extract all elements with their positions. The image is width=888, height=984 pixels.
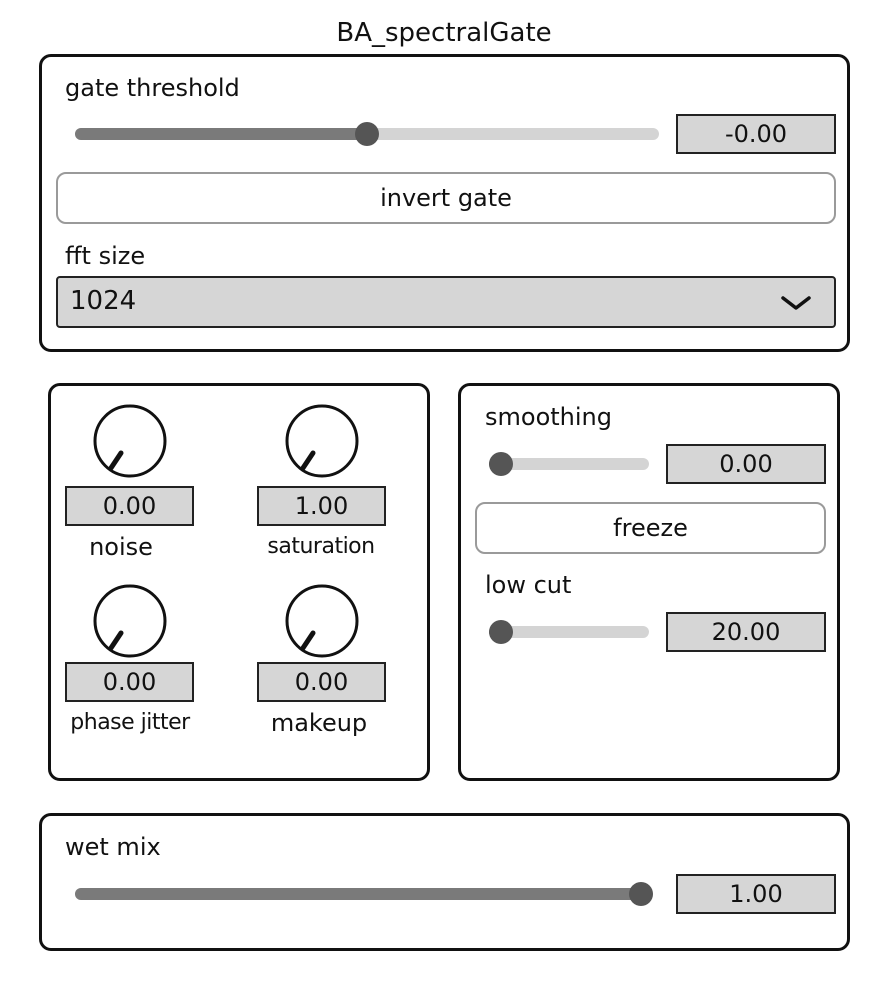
makeup-label: makeup [270,709,368,737]
wet-mix-panel: wet mix 1.00 [39,813,850,951]
wet-mix-value[interactable]: 1.00 [676,874,836,914]
low-cut-label: low cut [485,571,572,599]
saturation-knob[interactable] [283,402,361,480]
low-cut-slider[interactable] [489,620,649,644]
gate-threshold-label: gate threshold [65,74,240,102]
gate-panel: gate threshold -0.00 invert gate fft siz… [39,54,850,352]
smoothing-slider[interactable] [489,452,649,476]
saturation-label: saturation [267,534,375,559]
wet-mix-slider-thumb[interactable] [629,882,653,906]
low-cut-value[interactable]: 20.00 [666,612,826,652]
gate-threshold-value[interactable]: -0.00 [676,114,836,154]
phase-jitter-knob[interactable] [91,582,169,660]
chevron-down-icon [780,290,812,320]
fft-size-selected-value: 1024 [70,286,137,316]
smoothing-label: smoothing [485,403,612,431]
makeup-knob[interactable] [283,582,361,660]
low-cut-slider-thumb[interactable] [489,620,513,644]
wet-mix-slider-fill [75,888,641,900]
smoothing-panel: smoothing 0.00 freeze low cut 20.00 [458,383,840,781]
invert-gate-button[interactable]: invert gate [56,172,836,224]
noise-value[interactable]: 0.00 [65,486,194,526]
fft-size-label: fft size [65,242,146,270]
wet-mix-label: wet mix [65,833,161,861]
phase-jitter-value[interactable]: 0.00 [65,662,194,702]
gate-threshold-slider-fill [75,128,367,140]
freeze-button[interactable]: freeze [475,502,826,554]
noise-label: noise [89,533,153,561]
saturation-value[interactable]: 1.00 [257,486,386,526]
window-title: BA_spectralGate [336,18,552,48]
knobs-panel: 0.00 noise 1.00 saturation 0.00 phase ji… [48,383,430,781]
fft-size-dropdown[interactable]: 1024 [56,276,836,328]
smoothing-value[interactable]: 0.00 [666,444,826,484]
noise-knob[interactable] [91,402,169,480]
phase-jitter-label: phase jitter [70,710,190,735]
smoothing-slider-thumb[interactable] [489,452,513,476]
gate-threshold-slider[interactable] [75,122,659,146]
wet-mix-slider[interactable] [75,882,653,906]
gate-threshold-slider-thumb[interactable] [355,122,379,146]
makeup-value[interactable]: 0.00 [257,662,386,702]
